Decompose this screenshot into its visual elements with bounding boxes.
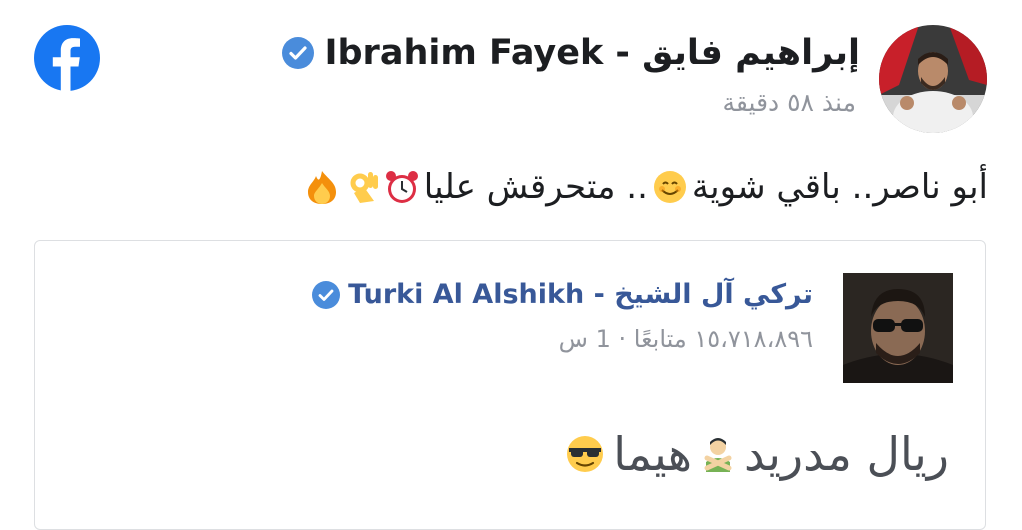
shared-text-part-1: ريال مدريد xyxy=(743,427,949,481)
shared-author-photo xyxy=(843,273,953,383)
author-avatar[interactable] xyxy=(879,25,987,133)
post-timestamp[interactable]: منذ ٥٨ دقيقة xyxy=(723,88,857,117)
fire-icon xyxy=(307,171,336,204)
shared-post-card[interactable]: Turki Al Alshikh - تركي آل الشيخ ١٥،٧١٨،… xyxy=(34,240,986,530)
shared-author-avatar[interactable] xyxy=(843,273,953,383)
post-body: أبو ناصر.. باقي شوية .. متحرقش عليا xyxy=(304,167,988,207)
ok-hand-icon xyxy=(350,172,378,203)
shared-post-meta: ١٥،٧١٨،٨٩٦ متابعًا · 1 س xyxy=(558,325,813,353)
shared-post-author: Turki Al Alshikh - تركي آل الشيخ xyxy=(312,279,813,310)
shared-post-text: ريال مدريد هيما xyxy=(565,427,949,481)
author-name[interactable]: Ibrahim Fayek - إبراهيم فايق xyxy=(324,33,860,73)
author-photo xyxy=(879,25,987,133)
post-text-part-1: أبو ناصر.. باقي شوية xyxy=(691,167,988,207)
facebook-logo-icon[interactable] xyxy=(34,25,100,91)
alarm-clock-icon xyxy=(385,171,418,203)
smiling-face-icon xyxy=(653,171,686,203)
verified-badge-icon xyxy=(312,280,341,309)
shared-text-part-2: هيما xyxy=(613,427,692,481)
man-gesturing-no-icon xyxy=(704,438,732,472)
post-text-part-2: .. متحرقش عليا xyxy=(423,167,648,207)
shared-author-name[interactable]: Turki Al Alshikh - تركي آل الشيخ xyxy=(348,279,813,310)
verified-badge-icon xyxy=(282,37,315,69)
sunglasses-face-icon xyxy=(567,436,604,472)
post-author: Ibrahim Fayek - إبراهيم فايق xyxy=(282,33,860,73)
